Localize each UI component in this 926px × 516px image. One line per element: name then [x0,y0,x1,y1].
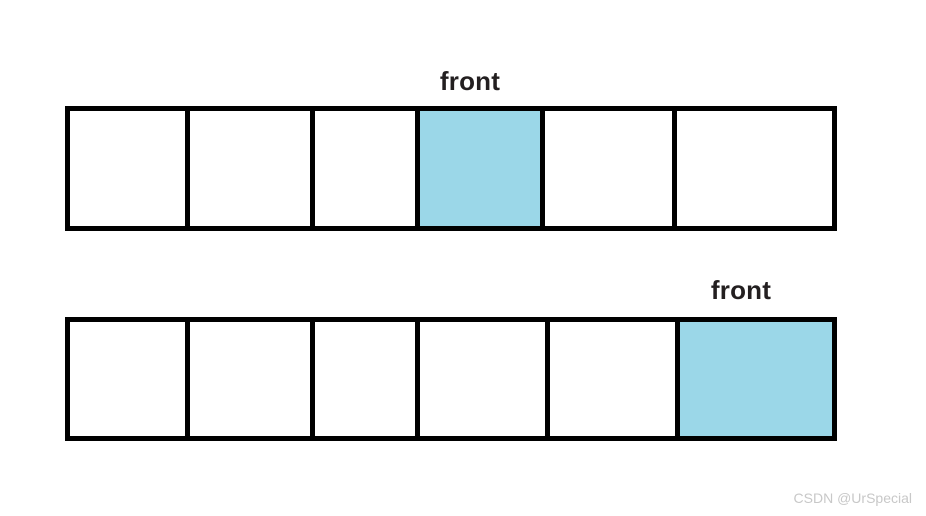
front-label-row-2: front [710,275,772,305]
array-row-1-cell-4[interactable] [545,111,677,226]
watermark: CSDN @UrSpecial [793,490,912,506]
front-label-row-1: front [439,66,501,96]
array-row-1-cell-2[interactable] [315,111,420,226]
array-row-1-cell-1[interactable] [190,111,315,226]
array-row-1-cell-0[interactable] [70,111,190,226]
array-row-1 [65,106,837,231]
array-row-2-cell-0[interactable] [70,322,190,436]
array-row-2-cell-3[interactable] [420,322,550,436]
array-row-2-cell-1[interactable] [190,322,315,436]
array-row-2-cell-5-front[interactable] [680,322,832,436]
array-row-1-cell-3-front[interactable] [420,111,545,226]
diagram-canvas: front front CSDN @UrSpecial [0,0,926,516]
array-row-2-cell-2[interactable] [315,322,420,436]
array-row-1-cell-5[interactable] [677,111,832,226]
array-row-2 [65,317,837,441]
array-row-2-cell-4[interactable] [550,322,680,436]
